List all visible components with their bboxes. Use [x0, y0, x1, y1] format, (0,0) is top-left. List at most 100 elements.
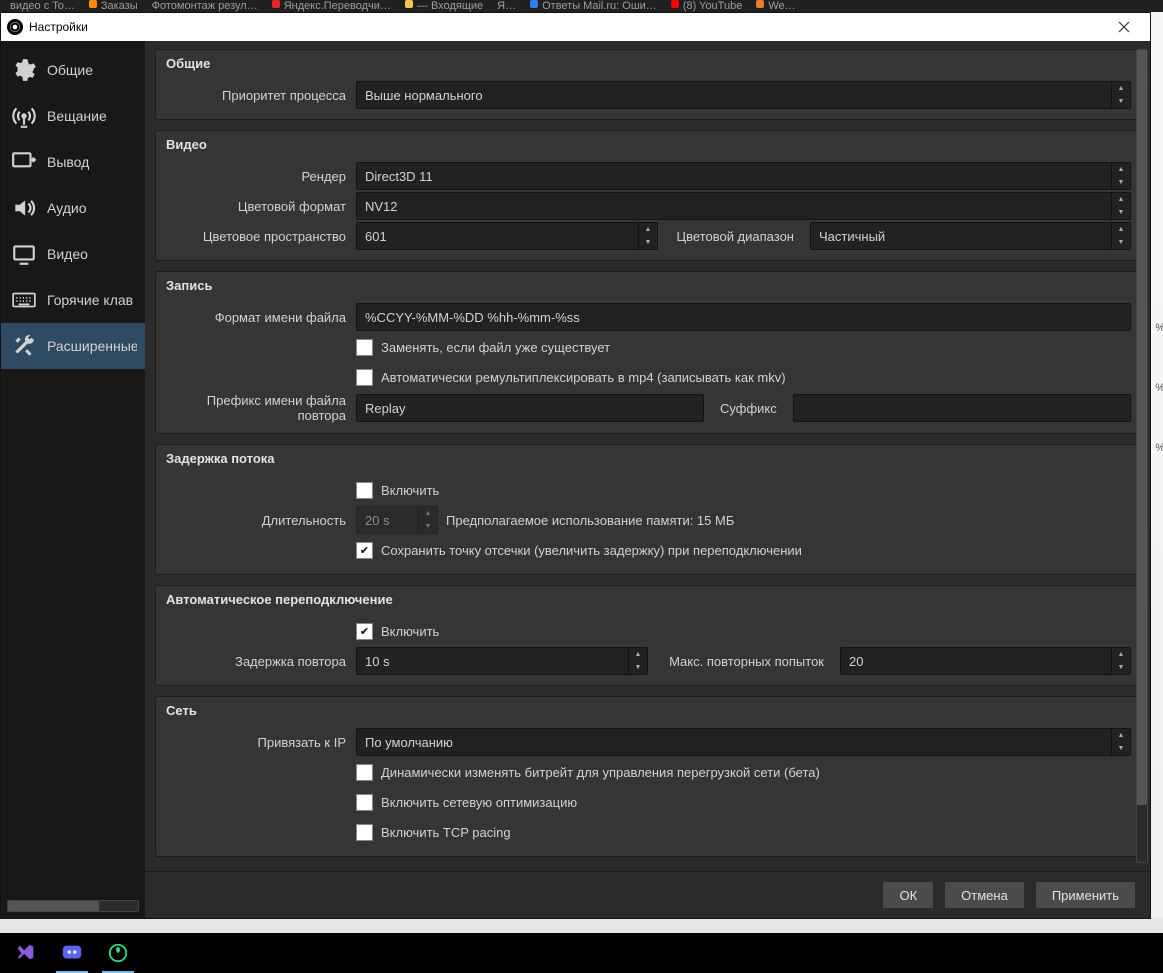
- sidebar-item-general[interactable]: Общие: [1, 47, 145, 93]
- group-network: Сеть Привязать к IP По умолчанию ▲▼: [155, 696, 1142, 857]
- color-space-combo[interactable]: 601 ▲▼: [356, 222, 658, 250]
- max-retries-label: Макс. повторных попыток: [656, 654, 832, 669]
- process-priority-label: Приоритет процесса: [156, 88, 356, 103]
- sidebar-item-stream[interactable]: Вещание: [1, 93, 145, 139]
- taskbar-app-discord[interactable]: [50, 933, 94, 973]
- sidebar-item-label: Вывод: [47, 154, 89, 170]
- group-recording: Запись Формат имени файла %CCYY-%MM-%DD …: [155, 271, 1142, 434]
- replay-suffix-label: Суффикс: [712, 401, 785, 416]
- delay-memory-hint: Предполагаемое использование памяти: 15 …: [446, 513, 734, 528]
- group-title: Запись: [156, 272, 1141, 301]
- visual-studio-icon: [15, 942, 37, 964]
- sidebar-horizontal-scrollbar[interactable]: [7, 900, 139, 912]
- renderer-label: Рендер: [156, 169, 356, 184]
- obs-logo-icon: [7, 19, 23, 35]
- combo-spin-icon: ▲▼: [638, 223, 657, 249]
- spinner-icon: ▲▼: [1111, 648, 1130, 674]
- group-title: Видео: [156, 131, 1141, 160]
- tools-icon: [9, 331, 39, 361]
- discord-icon: [61, 942, 83, 964]
- renderer-combo[interactable]: Direct3D 11 ▲▼: [356, 162, 1131, 190]
- overwrite-checkbox[interactable]: [356, 339, 373, 356]
- output-icon: [9, 147, 39, 177]
- cancel-button[interactable]: Отмена: [944, 881, 1025, 909]
- delay-enable-checkbox[interactable]: [356, 482, 373, 499]
- combo-spin-icon: ▲▼: [1111, 729, 1130, 755]
- sidebar-item-hotkeys[interactable]: Горячие клав: [1, 277, 145, 323]
- max-retries-spinner[interactable]: 20 ▲▼: [840, 647, 1131, 675]
- tcp-pacing-label: Включить TCP pacing: [381, 825, 511, 840]
- dynamic-bitrate-label: Динамически изменять битрейт для управле…: [381, 765, 820, 780]
- sidebar-item-label: Горячие клав: [47, 292, 133, 308]
- settings-scroll-area: Общие Приоритет процесса Выше нормальног…: [145, 41, 1150, 871]
- browser-tabstrip: видео с To… Заказы Фотомонтаж резул… Янд…: [0, 0, 1163, 12]
- sidebar-item-label: Видео: [47, 246, 88, 262]
- titlebar[interactable]: Настройки: [1, 13, 1150, 41]
- background-sliver: % % %: [1151, 12, 1163, 917]
- color-format-combo[interactable]: NV12 ▲▼: [356, 192, 1131, 220]
- group-stream-delay: Задержка потока Включить Длительность: [155, 444, 1142, 575]
- sidebar-item-output[interactable]: Вывод: [1, 139, 145, 185]
- delay-enable-label: Включить: [381, 483, 439, 498]
- group-title: Сеть: [156, 697, 1141, 726]
- group-title: Задержка потока: [156, 445, 1141, 474]
- settings-dialog: Настройки Общие Вещание: [0, 12, 1151, 919]
- combo-spin-icon: ▲▼: [1111, 82, 1130, 108]
- sidebar-item-label: Общие: [47, 62, 93, 78]
- filename-format-label: Формат имени файла: [156, 310, 356, 325]
- color-range-label: Цветовой диапазон: [666, 229, 802, 244]
- network-opt-label: Включить сетевую оптимизацию: [381, 795, 577, 810]
- combo-spin-icon: ▲▼: [1111, 163, 1130, 189]
- audio-icon: [9, 193, 39, 223]
- process-priority-combo[interactable]: Выше нормального ▲▼: [356, 81, 1131, 109]
- windows-taskbar[interactable]: [0, 933, 1163, 973]
- replay-prefix-input[interactable]: Replay: [356, 394, 704, 422]
- bind-ip-label: Привязать к IP: [156, 735, 356, 750]
- window-title: Настройки: [29, 20, 1104, 34]
- spinner-icon: ▲▼: [418, 507, 437, 533]
- group-title: Автоматическое переподключение: [156, 586, 1141, 615]
- spinner-icon: ▲▼: [628, 648, 647, 674]
- video-icon: [9, 239, 39, 269]
- replay-suffix-input[interactable]: [793, 394, 1131, 422]
- combo-spin-icon: ▲▼: [1111, 193, 1130, 219]
- color-format-label: Цветовой формат: [156, 199, 356, 214]
- delay-preserve-checkbox[interactable]: [356, 542, 373, 559]
- close-button[interactable]: [1104, 13, 1144, 41]
- dynamic-bitrate-checkbox[interactable]: [356, 764, 373, 781]
- broadcast-icon: [9, 101, 39, 131]
- settings-sidebar: Общие Вещание Вывод: [1, 41, 145, 918]
- taskbar-app-vs[interactable]: [4, 933, 48, 973]
- delay-preserve-label: Сохранить точку отсечки (увеличить задер…: [381, 543, 802, 558]
- combo-spin-icon: ▲▼: [1111, 223, 1130, 249]
- retry-delay-spinner[interactable]: 10 s ▲▼: [356, 647, 648, 675]
- group-reconnect: Автоматическое переподключение Включить …: [155, 585, 1142, 686]
- delay-duration-spinner[interactable]: 20 s ▲▼: [356, 506, 438, 534]
- tcp-pacing-checkbox[interactable]: [356, 824, 373, 841]
- ok-button[interactable]: ОК: [882, 881, 934, 909]
- delay-duration-label: Длительность: [156, 513, 356, 528]
- network-opt-checkbox[interactable]: [356, 794, 373, 811]
- sidebar-item-audio[interactable]: Аудио: [1, 185, 145, 231]
- taskbar-app-razer[interactable]: [96, 933, 140, 973]
- content-vertical-scrollbar[interactable]: [1136, 49, 1148, 863]
- remux-label: Автоматически ремультиплексировать в mp4…: [381, 370, 786, 385]
- group-general: Общие Приоритет процесса Выше нормальног…: [155, 49, 1142, 120]
- reconnect-enable-checkbox[interactable]: [356, 623, 373, 640]
- sidebar-item-advanced[interactable]: Расширенные: [1, 323, 145, 369]
- color-space-label: Цветовое пространство: [156, 229, 356, 244]
- apply-button[interactable]: Применить: [1035, 881, 1136, 909]
- reconnect-enable-label: Включить: [381, 624, 439, 639]
- overwrite-label: Заменять, если файл уже существует: [381, 340, 610, 355]
- gear-icon: [9, 55, 39, 85]
- dialog-footer: ОК Отмена Применить: [145, 871, 1150, 918]
- sidebar-item-video[interactable]: Видео: [1, 231, 145, 277]
- sidebar-item-label: Аудио: [47, 200, 87, 216]
- sidebar-item-label: Расширенные: [47, 338, 137, 354]
- filename-format-input[interactable]: %CCYY-%MM-%DD %hh-%mm-%ss: [356, 303, 1131, 331]
- bind-ip-combo[interactable]: По умолчанию ▲▼: [356, 728, 1131, 756]
- retry-delay-label: Задержка повтора: [156, 654, 356, 669]
- razer-icon: [107, 942, 129, 964]
- color-range-combo[interactable]: Частичный ▲▼: [810, 222, 1131, 250]
- remux-checkbox[interactable]: [356, 369, 373, 386]
